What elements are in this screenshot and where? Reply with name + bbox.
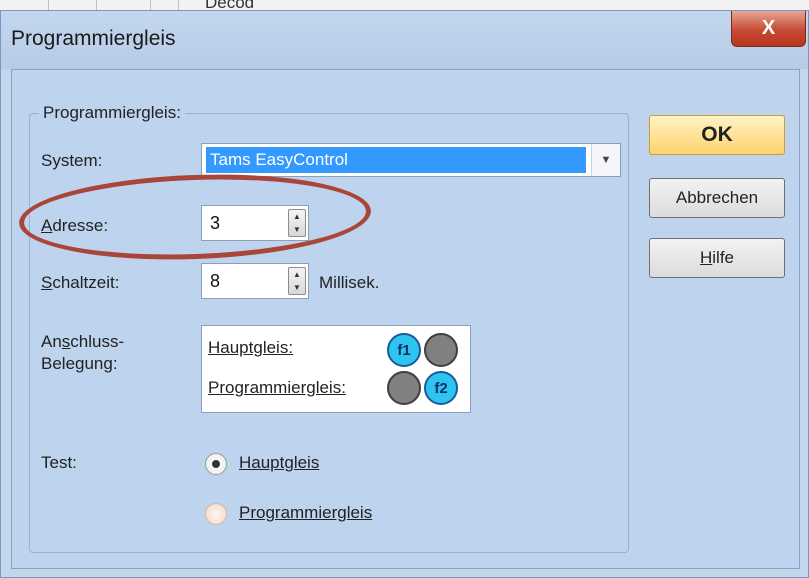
system-selected-value: Tams EasyControl <box>206 147 586 173</box>
address-spinner[interactable]: 3 ▲ ▼ <box>201 205 309 241</box>
f1-output-icon[interactable]: f1 <box>387 333 421 367</box>
dropdown-arrow-icon[interactable]: ▼ <box>591 144 620 176</box>
ok-button[interactable]: OK <box>649 115 785 155</box>
switch-time-label: Schaltzeit: <box>41 273 120 292</box>
connection-assignment-box: Hauptgleis: Programmiergleis: f1 f2 <box>201 325 471 413</box>
connection-label: Anschluss- Belegung: <box>41 332 125 373</box>
help-button[interactable]: Hilfe <box>649 238 785 278</box>
system-select[interactable]: Tams EasyControl ▼ <box>201 143 621 177</box>
main-track-label: Hauptgleis: <box>208 338 294 357</box>
radio-prog-track[interactable] <box>205 503 227 525</box>
system-label: System: <box>41 151 103 170</box>
radio-main-track[interactable] <box>205 453 227 475</box>
dialog-title: Programmiergleis <box>11 27 176 50</box>
test-label: Test: <box>41 453 77 472</box>
radio-selected-dot <box>212 460 220 468</box>
switch-time-value: 8 <box>210 271 221 291</box>
f2-output-icon[interactable]: f2 <box>424 371 458 405</box>
radio-prog-track-label[interactable]: Programmiergleis <box>239 503 372 523</box>
programmiergleis-dialog: Programmiergleis X Programmiergleis: Sys… <box>0 10 809 578</box>
switch-time-spinner[interactable]: 8 ▲ ▼ <box>201 263 309 299</box>
switch-time-unit: Millisek. <box>319 273 380 292</box>
radio-main-track-label[interactable]: Hauptgleis <box>239 453 319 473</box>
close-icon: X <box>761 17 776 39</box>
address-spin-buttons[interactable]: ▲ ▼ <box>288 209 306 237</box>
address-value: 3 <box>210 213 221 233</box>
close-button[interactable]: X <box>731 11 806 47</box>
spin-up-icon[interactable]: ▲ <box>289 210 305 223</box>
spin-up-icon[interactable]: ▲ <box>289 268 305 281</box>
cancel-button[interactable]: Abbrechen <box>649 178 785 218</box>
group-label: Programmiergleis: <box>39 103 185 123</box>
title-bar[interactable]: Programmiergleis X <box>1 11 808 69</box>
empty-output-icon[interactable] <box>424 333 458 367</box>
spin-down-icon[interactable]: ▼ <box>289 223 305 236</box>
empty-output-icon[interactable] <box>387 371 421 405</box>
prog-track-label: Programmiergleis: <box>208 378 346 397</box>
address-label: Adresse: <box>41 216 109 235</box>
spin-down-icon[interactable]: ▼ <box>289 281 305 294</box>
switch-time-spin-buttons[interactable]: ▲ ▼ <box>288 267 306 295</box>
